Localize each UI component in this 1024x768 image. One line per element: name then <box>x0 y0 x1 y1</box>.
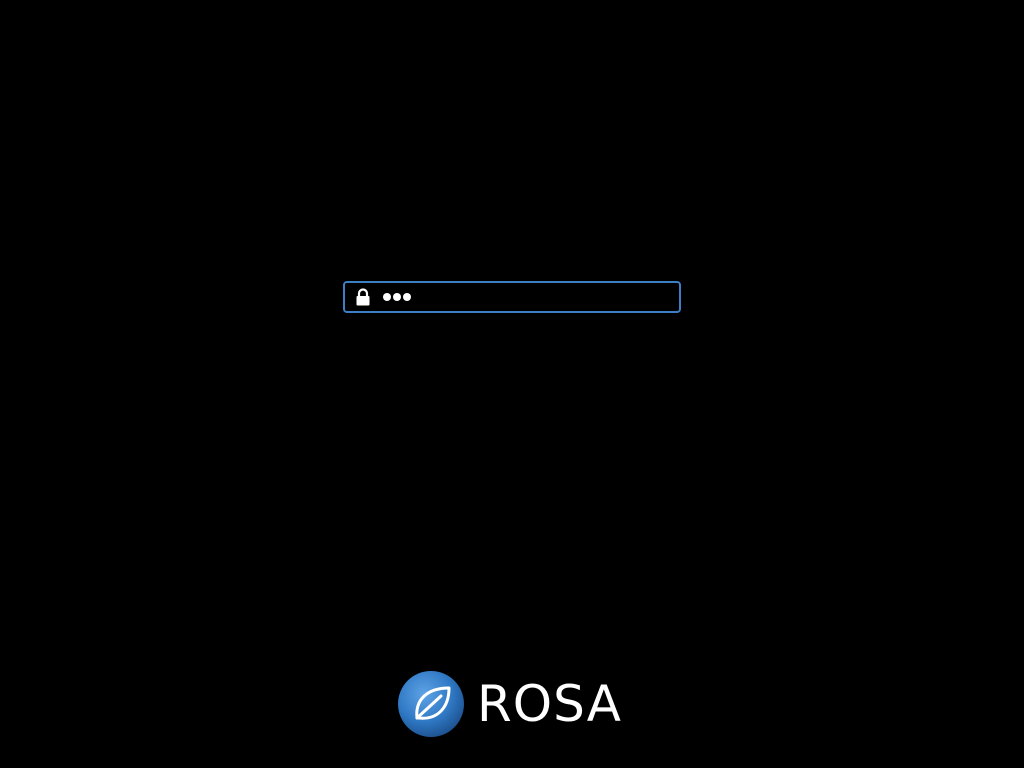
lock-icon <box>355 287 371 306</box>
lock-screen: ROSA <box>0 0 1024 768</box>
password-dot <box>393 293 401 301</box>
password-input[interactable] <box>343 281 681 313</box>
masked-password <box>383 293 411 301</box>
rosa-leaf-logo-icon <box>397 670 465 738</box>
password-dot <box>383 293 391 301</box>
rosa-logo: ROSA <box>397 670 622 738</box>
logo-text: ROSA <box>477 675 622 733</box>
password-dot <box>403 293 411 301</box>
